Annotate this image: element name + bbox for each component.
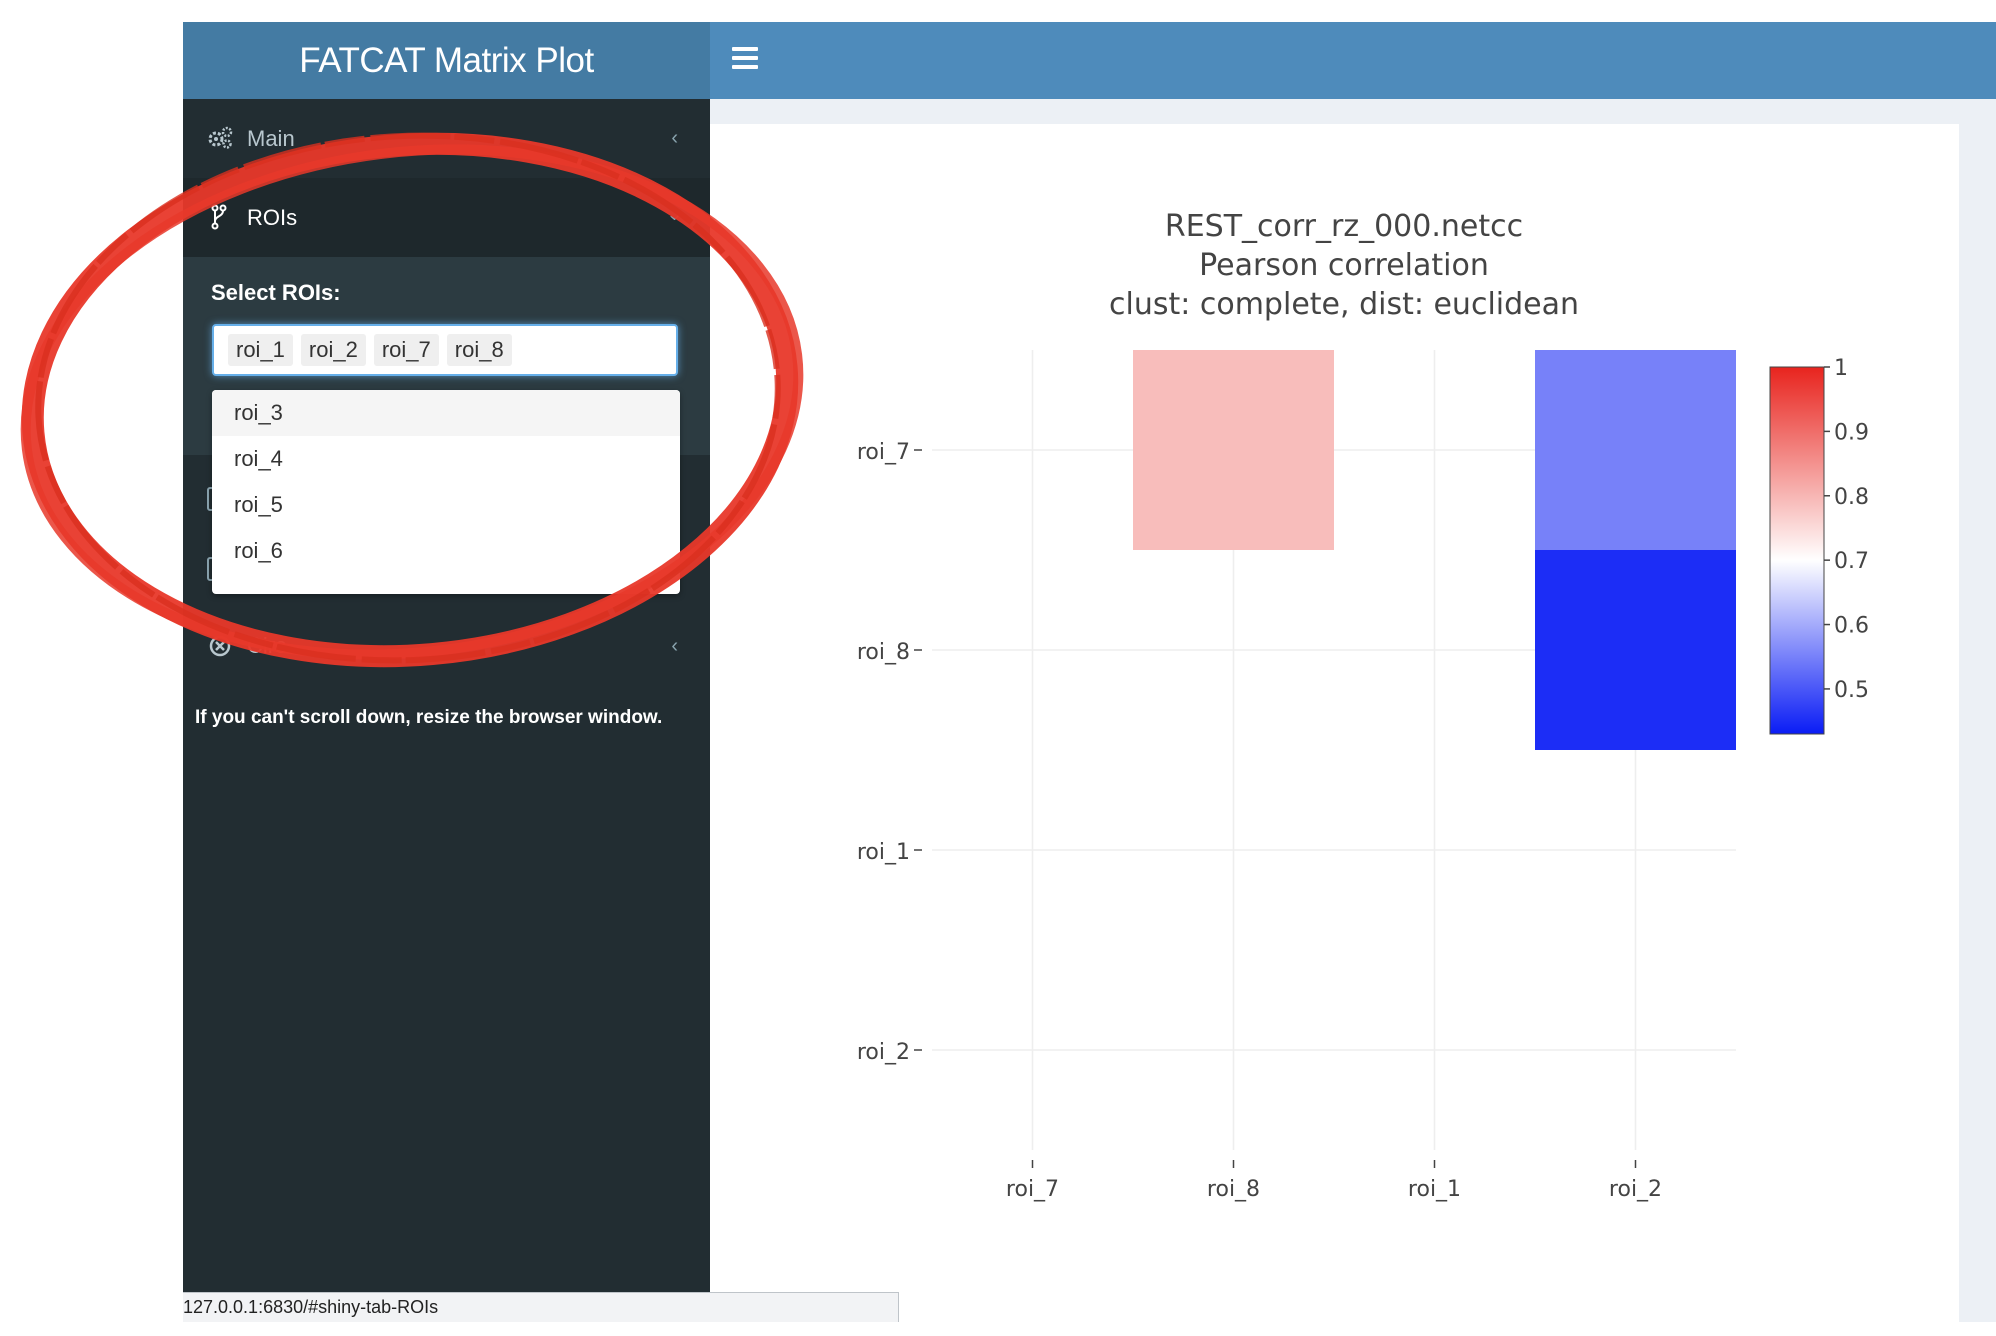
sidebar-item-label: ROIs xyxy=(247,204,298,230)
roi-chip[interactable]: roi_7 xyxy=(373,334,439,366)
sidebar-item-rois[interactable]: ROIs ‹ xyxy=(183,178,710,257)
close-circle-icon xyxy=(209,635,231,657)
gears-icon xyxy=(208,126,233,149)
roi-chip[interactable]: roi_2 xyxy=(300,334,366,366)
sidebar-item-circ[interactable]: Circ ‹ xyxy=(183,611,710,681)
roi-dropdown: roi_3 roi_4 roi_5 roi_6 xyxy=(212,390,680,594)
y-tick-label: roi_2 xyxy=(857,1040,910,1065)
chart-title-line: Pearson correlation xyxy=(1199,248,1489,283)
sidebar-item-main[interactable]: Main ‹ xyxy=(183,99,710,178)
x-tick-label: roi_8 xyxy=(1207,1177,1260,1202)
sidebar-item-label: Main xyxy=(247,125,295,151)
colorbar-tick-label: 1 xyxy=(1834,356,1848,381)
x-tick-label: roi_2 xyxy=(1609,1177,1662,1202)
y-tick-label: roi_7 xyxy=(857,440,910,465)
chevron-left-icon: ‹ xyxy=(671,634,678,657)
heatmap-cell xyxy=(1535,350,1736,550)
select-rois-label: Select ROIs: xyxy=(211,280,341,305)
colorbar-tick-label: 0.7 xyxy=(1834,549,1869,574)
colorbar-tick-label: 0.9 xyxy=(1834,420,1869,445)
chevron-left-icon: ‹ xyxy=(671,127,678,149)
top-navbar xyxy=(710,22,1996,99)
roi-selectize-input[interactable]: roi_1 roi_2 roi_7 roi_8 xyxy=(212,324,678,376)
code-fork-icon xyxy=(211,204,227,230)
colorbar-tick-label: 0.6 xyxy=(1834,614,1869,639)
roi-chip[interactable]: roi_1 xyxy=(228,334,293,366)
roi-chip[interactable]: roi_8 xyxy=(446,334,512,366)
browser-status-url: 127.0.0.1:6830/#shiny-tab-ROIs xyxy=(183,1292,899,1322)
chevron-down-icon: ‹ xyxy=(663,214,686,221)
dropdown-option[interactable]: roi_4 xyxy=(212,436,680,482)
plot-panel: REST_corr_rz_000.netcc Pearson correlatio… xyxy=(710,124,1959,1322)
y-tick-label: roi_1 xyxy=(857,840,910,865)
colorbar xyxy=(1769,366,1825,735)
sidebar: Main ‹ ROIs ‹ Select ROIs: roi_1 roi_2 r… xyxy=(183,99,710,1292)
colorbar-tick-label: 0.5 xyxy=(1834,678,1869,703)
dropdown-option[interactable]: roi_3 xyxy=(212,390,680,436)
hamburger-menu-icon[interactable] xyxy=(732,47,758,71)
chart-title-line: REST_corr_rz_000.netcc xyxy=(1165,209,1523,244)
heatmap-cell xyxy=(1133,350,1334,550)
dropdown-option[interactable]: roi_5 xyxy=(212,482,680,528)
colorbar-tick-label: 0.8 xyxy=(1834,485,1869,510)
x-tick-label: roi_7 xyxy=(1006,1177,1059,1202)
correlation-heatmap[interactable]: REST_corr_rz_000.netcc Pearson correlatio… xyxy=(710,124,1959,1322)
y-tick-label: roi_8 xyxy=(857,640,910,665)
chart-title-line: clust: complete, dist: euclidean xyxy=(1109,287,1579,322)
dropdown-option[interactable]: roi_6 xyxy=(212,528,680,574)
x-tick-label: roi_1 xyxy=(1408,1177,1461,1202)
sidebar-item-label: Circ xyxy=(247,633,287,658)
scroll-note: If you can't scroll down, resize the bro… xyxy=(195,707,663,728)
heatmap-cell xyxy=(1535,550,1736,750)
app-title[interactable]: FATCAT Matrix Plot xyxy=(183,22,710,99)
